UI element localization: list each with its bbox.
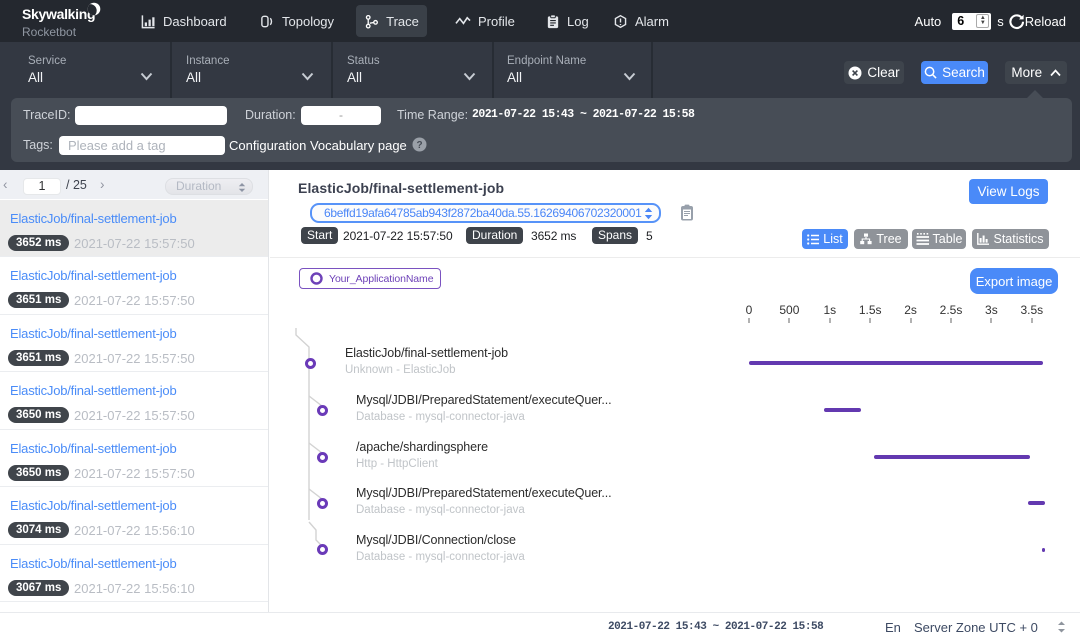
svg-text:?: ? [416, 140, 422, 151]
